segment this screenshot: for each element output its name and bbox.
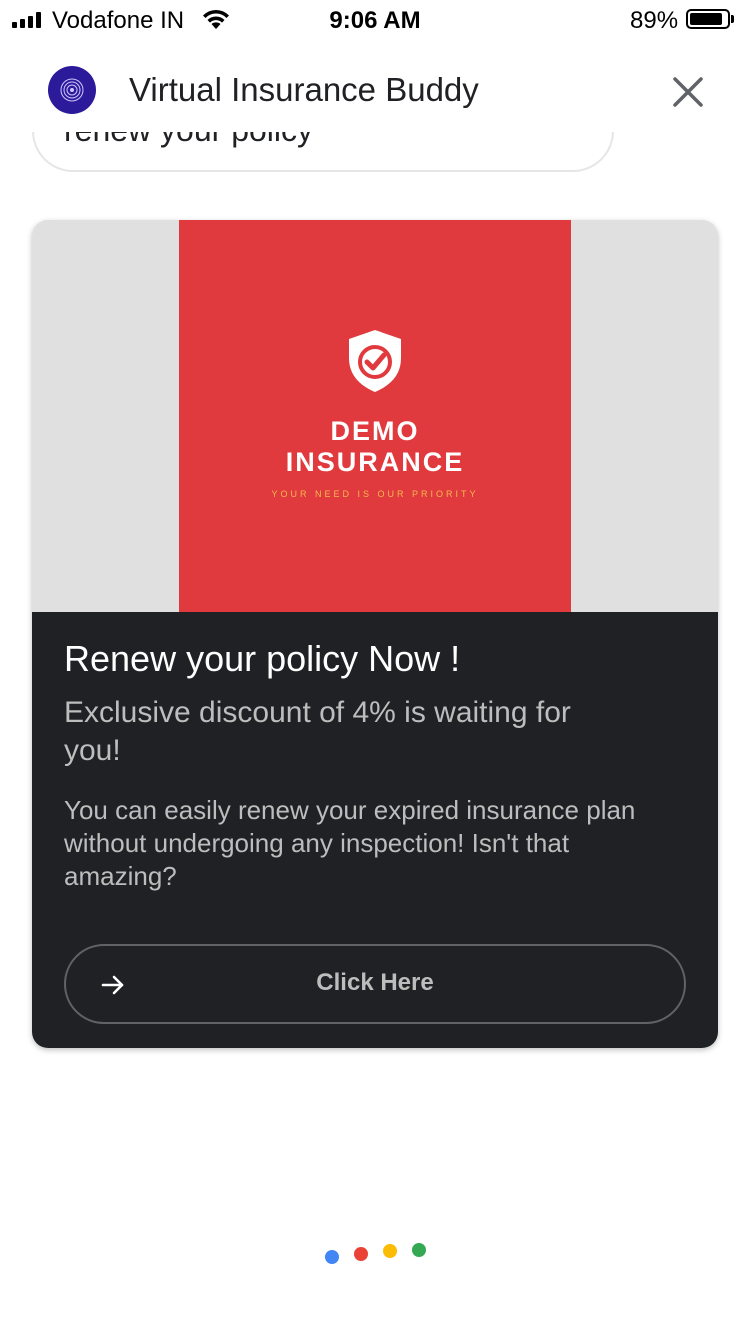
typing-dot-green	[412, 1243, 426, 1257]
bot-logo-icon	[48, 66, 96, 114]
battery-level	[690, 13, 722, 25]
brand-name-line1: DEMO	[330, 416, 420, 446]
battery-cap	[731, 15, 734, 23]
card-body: Renew your policy Now ! Exclusive discou…	[32, 612, 718, 1048]
typing-dot-red	[354, 1247, 368, 1261]
battery-percent: 89%	[630, 7, 679, 34]
click-here-label: Click Here	[316, 969, 434, 996]
status-bar: Vodafone IN 9:06 AM 89%	[0, 0, 750, 40]
shield-check-icon	[345, 328, 405, 399]
app-title: Virtual Insurance Buddy	[129, 71, 479, 108]
typing-dot-blue	[325, 1250, 339, 1264]
brand-banner: DEMO INSURANCE YOUR NEED IS OUR PRIORITY	[179, 220, 571, 612]
screen: Vodafone IN 9:06 AM 89% renew your polic…	[0, 0, 750, 1334]
close-button[interactable]	[664, 68, 712, 116]
battery-icon	[686, 9, 730, 29]
app-header: Virtual Insurance Buddy	[0, 52, 750, 132]
brand-name-line2: INSURANCE	[285, 447, 465, 477]
close-icon	[673, 77, 703, 107]
card-subtitle: Exclusive discount of 4% is waiting for …	[64, 696, 571, 767]
typing-indicator	[323, 1240, 433, 1270]
card-title: Renew your policy Now !	[64, 638, 461, 679]
click-here-button[interactable]: Click Here	[64, 944, 686, 1024]
card-image: DEMO INSURANCE YOUR NEED IS OUR PRIORITY	[32, 220, 718, 612]
card-description: You can easily renew your expired insura…	[64, 795, 636, 891]
typing-dot-yellow	[383, 1244, 397, 1258]
rich-card: DEMO INSURANCE YOUR NEED IS OUR PRIORITY…	[32, 220, 718, 1048]
brand-tagline: YOUR NEED IS OUR PRIORITY	[271, 489, 479, 499]
